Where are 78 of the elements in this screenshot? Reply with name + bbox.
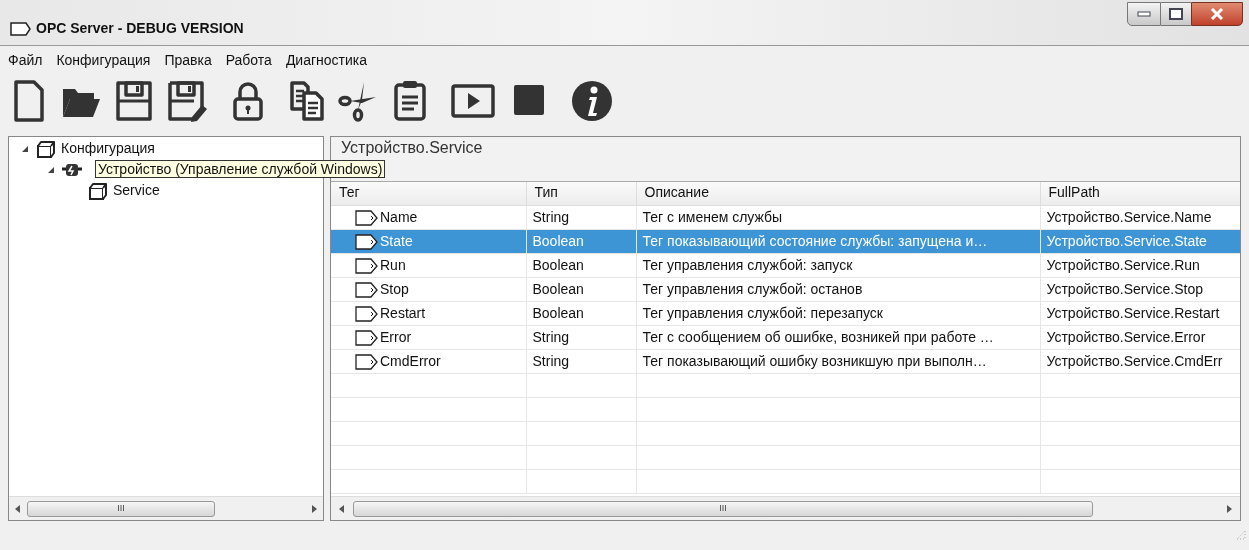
table-row[interactable]: Error String Тег с сообщением об ошибке, возникей при работе … Устройство.Service.Error bbox=[331, 325, 1240, 350]
table-cell: Boolean bbox=[526, 301, 636, 326]
minimize-button[interactable] bbox=[1127, 2, 1161, 26]
maximize-button[interactable] bbox=[1161, 2, 1191, 26]
menu-item[interactable]: Работа bbox=[225, 49, 272, 71]
tag-icon bbox=[355, 353, 379, 370]
table-cell: Устройство.Service.Name bbox=[1040, 205, 1240, 230]
table-row[interactable]: Run Boolean Тег управления службой: запуск Устройство.Service.Run bbox=[331, 253, 1240, 278]
table-row[interactable]: Name String Тег с именем службы Устройство.Service.Name bbox=[331, 205, 1240, 230]
table-row[interactable]: CmdError String Тег показывающий ошибку возникшую при выполн… Устройство.Service.CmdErr bbox=[331, 349, 1240, 374]
scroll-right-icon[interactable] bbox=[309, 503, 319, 514]
grip-mark: III bbox=[117, 501, 125, 515]
column-header[interactable]: FullPath bbox=[1040, 182, 1240, 206]
floppy-disk-pencil-icon[interactable] bbox=[166, 79, 208, 123]
menu-item[interactable]: Файл bbox=[8, 49, 43, 71]
table-cell: Устройство.Service.Restart bbox=[1040, 301, 1240, 326]
tag-icon bbox=[355, 209, 379, 226]
table-cell: Тег управления службой: перезапуск bbox=[636, 301, 1040, 326]
expanded-triangle-icon[interactable] bbox=[21, 144, 31, 153]
maximize-icon bbox=[1169, 8, 1183, 20]
tag-icon bbox=[355, 329, 379, 346]
table-cell: Устройство.Service.CmdErr bbox=[1040, 349, 1240, 374]
table-cell: Тег управления службой: запуск bbox=[636, 253, 1040, 278]
tag-icon bbox=[355, 233, 379, 250]
box-icon bbox=[35, 139, 57, 158]
table-cell: Тег управления службой: останов bbox=[636, 277, 1040, 302]
table-cell-text: Restart bbox=[380, 304, 426, 323]
tag-icon bbox=[355, 281, 379, 298]
tag-icon bbox=[10, 20, 32, 37]
expanded-triangle-icon[interactable] bbox=[47, 165, 57, 174]
table-row[interactable]: Stop Boolean Тег управления службой: останов Устройство.Service.Stop bbox=[331, 277, 1240, 302]
table-cell-text: CmdError bbox=[380, 352, 441, 371]
table-cell-text: Run bbox=[380, 256, 406, 275]
minimize-icon bbox=[1137, 11, 1151, 17]
table-cell: Устройство.Service.Error bbox=[1040, 325, 1240, 350]
table-row[interactable]: Restart Boolean Тег управления службой: перезапуск Устройство.Service.Restart bbox=[331, 301, 1240, 326]
box-icon bbox=[87, 181, 109, 200]
close-button[interactable] bbox=[1191, 2, 1243, 26]
menu-item[interactable]: Правка bbox=[164, 49, 212, 71]
table-cell-text: Stop bbox=[380, 280, 409, 299]
table-cell: Тег показывающий ошибку возникшую при выполн… bbox=[636, 349, 1040, 374]
scroll-left-icon[interactable] bbox=[13, 503, 23, 514]
column-header[interactable]: Описание bbox=[636, 182, 1040, 206]
table-cell: Устройство.Service.Run bbox=[1040, 253, 1240, 278]
table-cell: Устройство.Service.State bbox=[1040, 229, 1240, 254]
column-header[interactable]: Тег bbox=[331, 182, 526, 206]
table-cell-text: Error bbox=[380, 328, 412, 347]
grip-mark: III bbox=[719, 501, 727, 515]
table-cell: String bbox=[526, 325, 636, 350]
panel-title: Устройство.Service bbox=[341, 139, 483, 157]
table-cell: Устройство.Service.Stop bbox=[1040, 277, 1240, 302]
scrollbar-thumb[interactable]: III bbox=[27, 500, 215, 517]
table-cell-text: State bbox=[380, 232, 413, 251]
table-cell: Тег показывающий состояние службы: запущена и… bbox=[636, 229, 1040, 254]
tag-icon bbox=[355, 305, 379, 322]
copy-icon[interactable] bbox=[288, 79, 326, 123]
scroll-left-icon[interactable] bbox=[337, 503, 347, 514]
table-cell: Boolean bbox=[526, 253, 636, 278]
menu-item[interactable]: Конфигурация bbox=[56, 49, 151, 71]
table-cell-text: Name bbox=[380, 208, 418, 227]
menu-item[interactable]: Диагностика bbox=[285, 49, 368, 71]
table-cell: String bbox=[526, 349, 636, 374]
scroll-right-icon[interactable] bbox=[1224, 503, 1234, 514]
tree-item[interactable]: Конфигурация bbox=[61, 138, 155, 159]
tooltip: Устройство (Управление службой Windows) bbox=[95, 160, 386, 178]
tree-item[interactable]: Service bbox=[113, 180, 160, 201]
column-header[interactable]: Тип bbox=[526, 182, 636, 206]
table-cell: String bbox=[526, 205, 636, 230]
scrollbar-thumb[interactable]: III bbox=[353, 500, 1093, 517]
resize-grip-icon[interactable] bbox=[1235, 529, 1247, 541]
table-cell: Тег с сообщением об ошибке, возникей при работе … bbox=[636, 325, 1040, 350]
table-cell: Boolean bbox=[526, 229, 636, 254]
close-icon bbox=[1210, 8, 1224, 20]
table-cell: Boolean bbox=[526, 277, 636, 302]
window-title: OPC Server - DEBUG VERSION bbox=[36, 19, 244, 38]
table-cell: Тег с именем службы bbox=[636, 205, 1040, 230]
tag-icon bbox=[355, 257, 379, 274]
info-icon[interactable] bbox=[570, 79, 614, 123]
